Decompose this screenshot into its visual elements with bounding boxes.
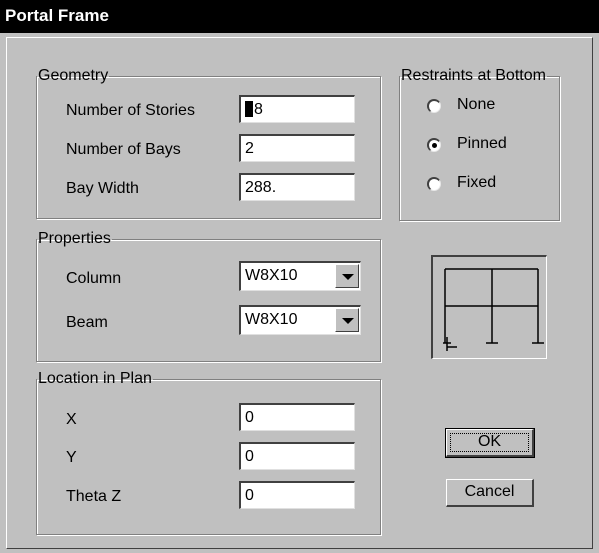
bays-label: Number of Bays: [66, 141, 181, 158]
window-title: Portal Frame: [5, 6, 109, 25]
column-dropdown-button[interactable]: [335, 264, 359, 288]
cancel-button[interactable]: Cancel: [446, 479, 534, 507]
portal-frame-dialog: Geometry Number of Stories 8 Number of B…: [0, 33, 599, 553]
properties-legend: Properties: [38, 230, 111, 247]
restraint-option-fixed[interactable]: Fixed: [427, 174, 537, 196]
geometry-legend: Geometry: [38, 67, 109, 84]
radio-none[interactable]: [427, 99, 441, 113]
theta-z-value: 0: [245, 487, 254, 504]
theta-z-input[interactable]: 0: [239, 481, 355, 509]
bays-value: 2: [245, 140, 254, 157]
restraints-legend: Restraints at Bottom: [401, 67, 546, 84]
ok-button[interactable]: OK: [445, 428, 535, 458]
bays-input[interactable]: 2: [239, 134, 355, 162]
bay-width-label: Bay Width: [66, 180, 139, 197]
x-input[interactable]: 0: [239, 403, 355, 431]
chevron-down-icon: [342, 318, 354, 324]
radio-fixed[interactable]: [427, 177, 441, 191]
stories-value: 8: [254, 101, 263, 118]
column-select[interactable]: W8X10: [239, 261, 361, 291]
y-value: 0: [245, 448, 254, 465]
location-legend: Location in Plan: [38, 370, 152, 387]
stories-label: Number of Stories: [66, 102, 195, 119]
radio-fixed-label: Fixed: [457, 174, 497, 191]
title-bar[interactable]: Portal Frame: [0, 0, 599, 33]
beam-dropdown-button[interactable]: [335, 308, 359, 332]
x-label: X: [66, 411, 77, 428]
restraint-option-none[interactable]: None: [427, 96, 537, 118]
restraint-option-pinned[interactable]: Pinned: [427, 135, 537, 157]
column-select-value: W8X10: [245, 267, 298, 284]
theta-z-label: Theta Z: [66, 488, 122, 505]
text-cursor: [245, 101, 253, 117]
beam-label: Beam: [66, 314, 108, 331]
radio-none-label: None: [457, 96, 496, 113]
portal-frame-diagram: [443, 268, 544, 351]
y-input[interactable]: 0: [239, 442, 355, 470]
x-value: 0: [245, 409, 254, 426]
properties-group: Properties: [36, 230, 381, 362]
radio-pinned[interactable]: [427, 138, 441, 152]
stories-input[interactable]: 8: [239, 95, 355, 123]
y-label: Y: [66, 449, 77, 466]
beam-select[interactable]: W8X10: [239, 305, 361, 335]
bay-width-value: 288.: [245, 179, 277, 196]
cancel-button-label: Cancel: [464, 483, 515, 500]
column-label: Column: [66, 270, 122, 287]
chevron-down-icon: [342, 274, 354, 280]
radio-pinned-label: Pinned: [457, 135, 507, 152]
focus-rect: [450, 433, 529, 452]
bay-width-input[interactable]: 288.: [239, 173, 355, 201]
portal-frame-preview: [431, 255, 547, 359]
beam-select-value: W8X10: [245, 311, 298, 328]
